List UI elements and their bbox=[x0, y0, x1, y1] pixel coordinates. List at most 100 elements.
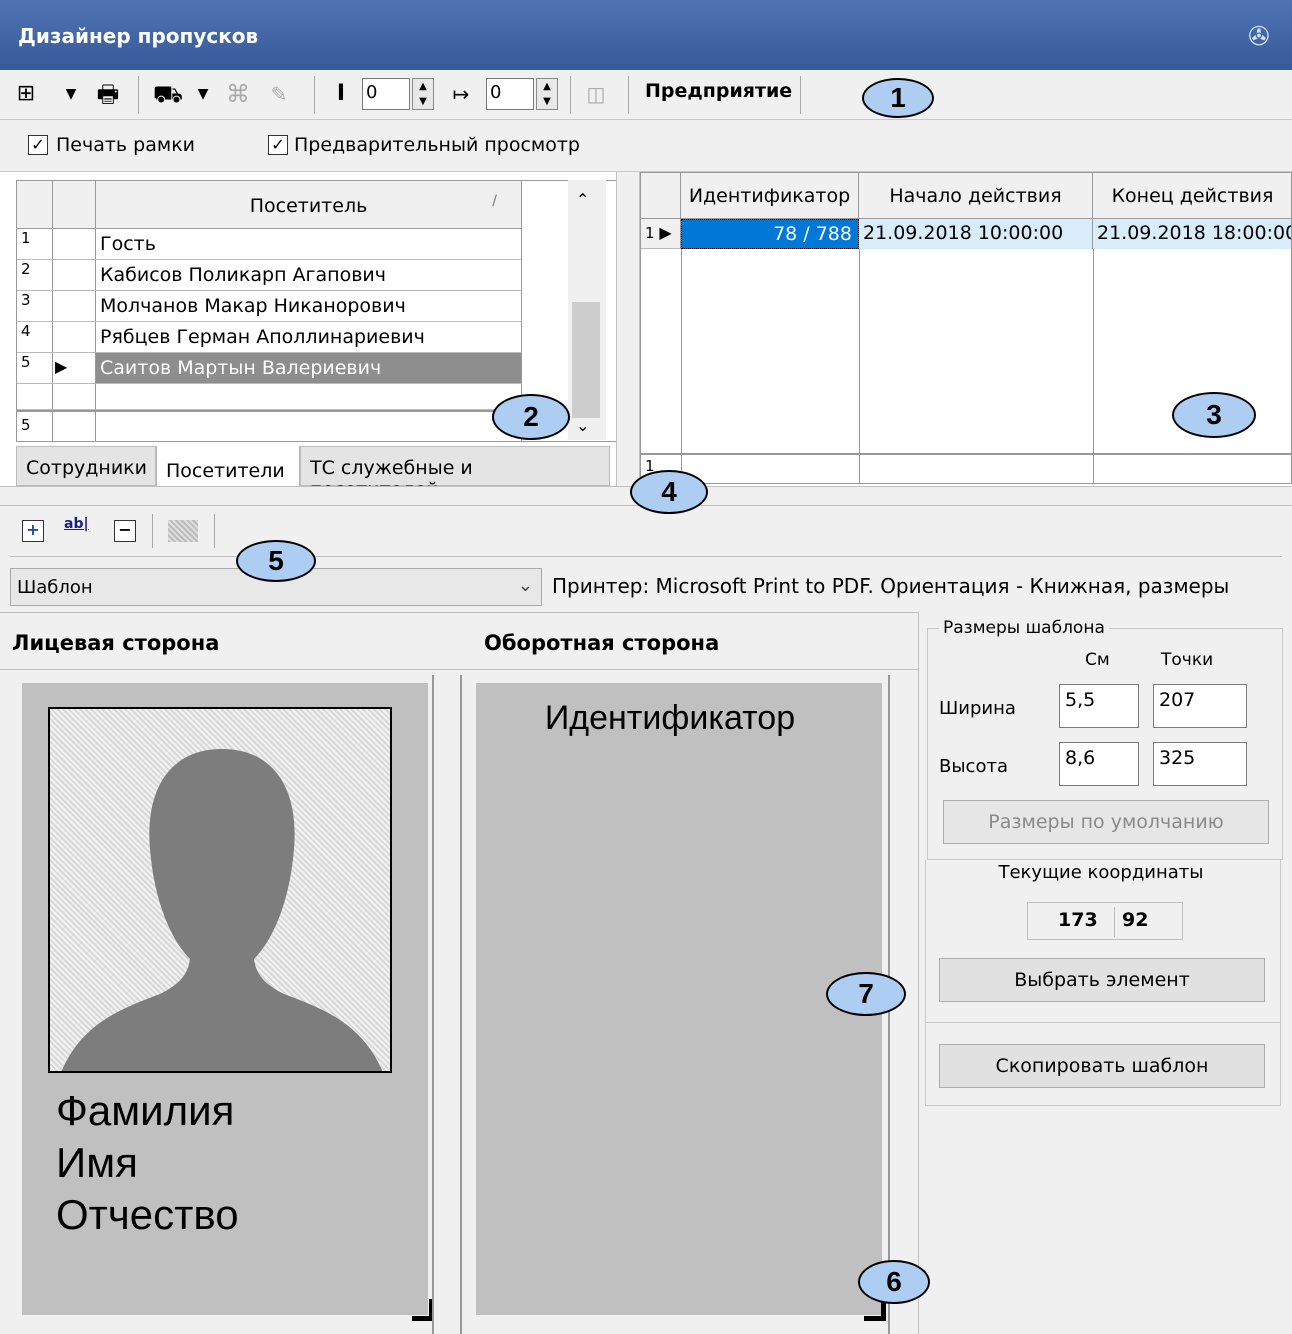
search-dropdown-icon[interactable]: ▼ bbox=[194, 78, 212, 110]
card-frame-line bbox=[432, 675, 434, 1334]
row-number-empty bbox=[17, 384, 53, 410]
vertical-spacing-icon: I bbox=[336, 81, 346, 106]
table-row[interactable]: Кабисов Поликарп Агапович bbox=[96, 260, 522, 291]
column-divider bbox=[859, 249, 860, 483]
print-frames-checkbox[interactable]: ✓ bbox=[28, 135, 48, 155]
card-designer: Лицевая сторона Оборотная сторона Фамили… bbox=[0, 612, 918, 1334]
field-name[interactable]: Имя bbox=[56, 1137, 239, 1189]
back-card[interactable]: Идентификатор bbox=[476, 683, 886, 1321]
column-header-end[interactable]: Конец действия bbox=[1093, 173, 1291, 219]
column-divider bbox=[681, 249, 682, 483]
coords-display: 173 92 bbox=[1027, 902, 1183, 940]
table-row[interactable]: Рябцев Герман Аполлинариевич bbox=[96, 322, 522, 353]
card-preview-icon[interactable]: ◫ bbox=[580, 78, 612, 110]
height-label: Высота bbox=[939, 756, 1008, 777]
front-card-text[interactable]: Фамилия Имя Отчество bbox=[56, 1085, 239, 1241]
grid-corner bbox=[17, 181, 53, 229]
header-divider bbox=[0, 669, 918, 670]
row-number: 1 bbox=[17, 229, 53, 260]
back-identifier-field[interactable]: Идентификатор bbox=[476, 699, 864, 738]
vertical-spacing-stepper[interactable]: ▲ ▼ bbox=[412, 78, 434, 110]
background-pattern-icon[interactable] bbox=[168, 520, 198, 542]
add-element-icon[interactable]: + bbox=[22, 520, 44, 542]
default-size-button[interactable]: Размеры по умолчанию bbox=[943, 800, 1269, 844]
panel-divider bbox=[925, 1022, 1281, 1023]
width-label: Ширина bbox=[939, 698, 1016, 719]
grid-indicator-header bbox=[53, 181, 96, 229]
coord-x: 173 bbox=[1058, 909, 1098, 931]
vertical-spacing-input[interactable]: 0 bbox=[362, 78, 410, 110]
scroll-thumb[interactable] bbox=[572, 302, 600, 418]
template-settings-panel: Размеры шаблона См Точки Ширина 5,5 207 … bbox=[918, 612, 1292, 1334]
sort-icon: / bbox=[492, 193, 497, 209]
layout-dropdown-icon[interactable]: ▼ bbox=[62, 78, 80, 110]
person-silhouette-icon bbox=[61, 749, 383, 1071]
window-title: Дизайнер пропусков bbox=[18, 24, 259, 48]
print-frames-label: Печать рамки bbox=[56, 134, 196, 156]
height-points-field[interactable]: 325 bbox=[1153, 742, 1247, 786]
column-header-start[interactable]: Начало действия bbox=[859, 173, 1093, 219]
front-card[interactable]: Фамилия Имя Отчество bbox=[22, 683, 434, 1321]
identifier-cell-selected[interactable]: 78 / 788 bbox=[681, 219, 859, 249]
callout-1: 1 bbox=[862, 78, 934, 118]
footer-row-count: 5 bbox=[17, 410, 53, 441]
photo-placeholder[interactable] bbox=[48, 707, 392, 1073]
resize-corner-handle[interactable] bbox=[412, 1299, 434, 1321]
chevron-down-icon: ⌄ bbox=[517, 575, 533, 596]
people-grid-scrollbar[interactable]: ⌃ ⌄ bbox=[568, 180, 606, 440]
row-number: 5 bbox=[17, 353, 53, 384]
enterprise-button[interactable]: Предприятие bbox=[645, 80, 792, 102]
row-indicator bbox=[53, 229, 96, 260]
row-number: 4 bbox=[17, 322, 53, 353]
width-cm-field[interactable]: 5,5 bbox=[1059, 684, 1139, 728]
end-date-cell[interactable]: 21.09.2018 18:00:00 bbox=[1093, 219, 1291, 249]
row-indicator bbox=[53, 384, 96, 410]
layout-grid-icon[interactable]: ⊞ bbox=[12, 78, 40, 110]
select-element-button[interactable]: Выбрать элемент bbox=[939, 958, 1265, 1002]
footer-cell bbox=[96, 410, 522, 441]
horizontal-spacing-stepper[interactable]: ▲ ▼ bbox=[536, 78, 558, 110]
row-number: 2 bbox=[17, 260, 53, 291]
row-indicator bbox=[53, 291, 96, 322]
remove-element-icon[interactable]: − bbox=[114, 520, 136, 542]
footer-divider bbox=[641, 453, 1291, 455]
table-row-empty[interactable] bbox=[96, 384, 522, 410]
table-row[interactable]: Молчанов Макар Никанорович bbox=[96, 291, 522, 322]
binoculars-icon[interactable]: ⛟ bbox=[150, 78, 186, 110]
field-surname[interactable]: Фамилия bbox=[56, 1085, 239, 1137]
callout-7: 7 bbox=[826, 972, 906, 1016]
identifier-grid: Идентификатор Начало действия Конец дейс… bbox=[640, 172, 1292, 484]
printer-info: Принтер: Microsoft Print to PDF. Ориента… bbox=[552, 574, 1230, 598]
toolbar-separator bbox=[628, 76, 629, 114]
footer-indicator bbox=[53, 410, 96, 441]
card-frame-line bbox=[460, 675, 462, 1334]
column-divider bbox=[1093, 249, 1094, 483]
scroll-down-icon[interactable]: ⌄ bbox=[576, 416, 589, 435]
tab-employees[interactable]: Сотрудники bbox=[16, 446, 156, 486]
tab-vehicles[interactable]: ТС служебные и посетителей bbox=[300, 446, 610, 501]
add-text-icon[interactable]: ab| bbox=[64, 516, 96, 542]
edit-form-icon[interactable]: ✎ bbox=[264, 78, 294, 110]
scroll-up-icon[interactable]: ⌃ bbox=[576, 190, 589, 209]
copy-template-button[interactable]: Скопировать шаблон bbox=[939, 1044, 1265, 1088]
row-indicator bbox=[53, 322, 96, 353]
start-date-cell[interactable]: 21.09.2018 10:00:00 bbox=[859, 219, 1093, 249]
horizontal-spacing-input[interactable]: 0 bbox=[486, 78, 534, 110]
column-header-identifier[interactable]: Идентификатор bbox=[681, 173, 859, 219]
table-row-selected[interactable]: Саитов Мартын Валериевич bbox=[96, 353, 522, 384]
tab-visitors[interactable]: Посетители bbox=[156, 446, 300, 488]
table-row[interactable]: Гость bbox=[96, 229, 522, 260]
callout-6: 6 bbox=[858, 1260, 930, 1304]
points-column-label: Точки bbox=[1161, 650, 1214, 670]
height-cm-field[interactable]: 8,6 bbox=[1059, 742, 1139, 786]
preview-checkbox[interactable]: ✓ bbox=[268, 135, 288, 155]
badge-designer-icon[interactable]: ✇ bbox=[1248, 22, 1282, 56]
width-points-field[interactable]: 207 bbox=[1153, 684, 1247, 728]
field-patronymic[interactable]: Отчество bbox=[56, 1189, 239, 1241]
column-header-visitor[interactable]: Посетитель / bbox=[96, 181, 522, 229]
toolbar-separator bbox=[800, 76, 801, 114]
find-next-icon[interactable]: ⌘ bbox=[222, 78, 254, 110]
toolbar-separator bbox=[214, 514, 215, 548]
printer-icon[interactable]: 🖶 bbox=[90, 78, 126, 110]
vertical-splitter[interactable] bbox=[616, 172, 640, 486]
